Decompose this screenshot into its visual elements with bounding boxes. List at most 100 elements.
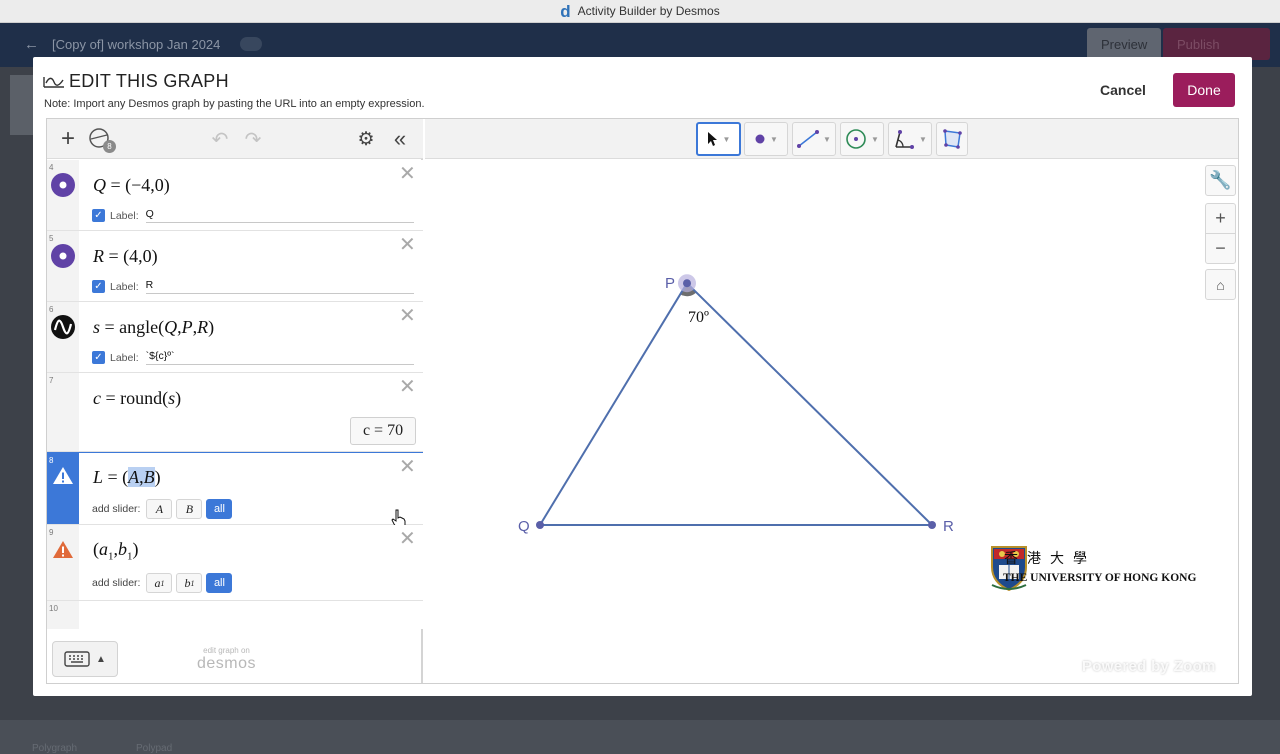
undo-icon[interactable]: ↶ (207, 127, 233, 151)
slider-a1-button[interactable]: a1 (146, 573, 173, 593)
caret-down-icon: ▼ (871, 134, 879, 144)
graph-canvas[interactable]: P Q R 70º (425, 159, 1185, 684)
expression-number: 4 (49, 163, 54, 172)
expression-row-selected[interactable]: 8 L = (A,B) ✕ add slider: A B all (47, 452, 423, 529)
wave-color-icon[interactable] (51, 315, 75, 339)
expression-row[interactable]: 7 c = round(s) ✕ c = 70 (47, 373, 423, 452)
expression-header: + 8 ↶ ↷ ⚙ « (47, 119, 423, 159)
delete-icon[interactable]: ✕ (399, 457, 416, 477)
warning-icon[interactable] (51, 538, 75, 562)
segment-qp (539, 282, 688, 526)
zoom-out-button[interactable]: − (1205, 233, 1236, 264)
angle-tool[interactable]: ▼ (888, 122, 932, 156)
expression-number: 9 (49, 528, 54, 537)
add-slider-row: add slider: a1 b1 all (92, 573, 233, 593)
preview-button: Preview (1087, 28, 1162, 60)
label-input[interactable]: `${c}º` (145, 350, 414, 365)
zoom-in-button[interactable]: + (1205, 203, 1236, 234)
label-prefix: Label: (110, 209, 139, 222)
point-r (928, 521, 936, 529)
slider-b1-button[interactable]: b1 (176, 573, 203, 593)
expression-list: 4 Q = (−4,0) ✕ ✓ Label: Q 5 R = (4,0) ✕ … (47, 160, 423, 629)
caret-up-icon: ▲ (96, 653, 106, 665)
edit-on-desmos-link[interactable]: edit graph on desmos (197, 646, 256, 673)
minus-icon: − (1215, 238, 1226, 258)
segment-pr (686, 282, 933, 526)
geometry-toolbar: ▼ ▼ ▼ ▼ ▼ (425, 119, 1238, 159)
delete-icon[interactable]: ✕ (399, 164, 416, 184)
publish-button: Publish (1163, 28, 1270, 60)
point-color-icon[interactable] (51, 173, 75, 197)
warning-icon[interactable] (51, 464, 75, 488)
expression-math[interactable]: Q = (−4,0) (93, 175, 170, 196)
label-input[interactable]: Q (145, 208, 414, 223)
delete-icon[interactable]: ✕ (399, 306, 416, 326)
keyboard-icon (64, 651, 90, 667)
caret-down-icon: ▼ (823, 134, 831, 144)
modal-title: EDIT THIS GRAPH (43, 71, 229, 92)
expression-number: 10 (49, 604, 58, 613)
expression-row[interactable]: 6 s = angle(Q,P,R) ✕ ✓ Label: `${c}º` (47, 302, 423, 373)
point-label-q: Q (518, 518, 530, 535)
caret-down-icon: ▼ (722, 134, 731, 144)
hku-english-name: THE UNIVERSITY OF HONG KONG (1003, 572, 1197, 584)
wrench-button[interactable]: 🔧 (1205, 165, 1236, 196)
redo-icon[interactable]: ↷ (240, 127, 266, 151)
slider-a-button[interactable]: A (146, 499, 173, 519)
activity-title: [Copy of] workshop Jan 2024 (52, 37, 221, 52)
modal-note: Note: Import any Desmos graph by pasting… (44, 98, 425, 110)
collapse-panel-icon[interactable]: « (387, 126, 413, 151)
zoom-watermark: Powered by Zoom (1082, 658, 1216, 675)
hku-branding: 香港大學 THE UNIVERSITY OF HONG KONG (956, 544, 1216, 592)
empty-expression-row[interactable]: 10 (47, 601, 423, 629)
label-checkbox[interactable]: ✓ (92, 351, 105, 364)
point-color-icon[interactable] (51, 244, 75, 268)
add-item-icon[interactable]: + (55, 125, 81, 152)
delete-icon[interactable]: ✕ (399, 377, 416, 397)
add-slider-label: add slider: (92, 577, 141, 589)
segment-tool[interactable]: ▼ (792, 122, 836, 156)
point-tool[interactable]: ▼ (744, 122, 788, 156)
polygraph-label: Polygraph (32, 743, 78, 754)
select-tool[interactable]: ▼ (696, 122, 741, 156)
graph-area[interactable]: ▼ ▼ ▼ ▼ ▼ 🔧 + − ⌂ P Q R 70º (425, 119, 1238, 684)
edit-graph-modal: EDIT THIS GRAPH Note: Import any Desmos … (33, 57, 1252, 696)
expression-math[interactable]: (a1,b1) (93, 539, 139, 563)
expression-math[interactable]: L = (A,B) (93, 467, 161, 488)
back-arrow-icon: ← (24, 36, 39, 53)
cancel-button[interactable]: Cancel (1086, 73, 1160, 107)
desmos-logo-icon: d (560, 1, 571, 21)
expression-math[interactable]: s = angle(Q,P,R) (93, 317, 214, 338)
point-icon (755, 134, 765, 144)
hku-chinese-name: 香港大學 (1004, 551, 1096, 567)
label-checkbox[interactable]: ✓ (92, 209, 105, 222)
expression-panel: + 8 ↶ ↷ ⚙ « 4 Q = (−4,0) ✕ ✓ Label: Q 5 … (47, 119, 423, 683)
image-folder-button[interactable]: 8 (88, 127, 116, 153)
slider-all-button[interactable]: all (206, 499, 233, 519)
expression-row[interactable]: 4 Q = (−4,0) ✕ ✓ Label: Q (47, 160, 423, 231)
label-input[interactable]: R (145, 279, 414, 294)
add-slider-row: add slider: A B all (92, 499, 233, 519)
expression-row[interactable]: 9 (a1,b1) ✕ add slider: a1 b1 all (47, 525, 423, 601)
delete-icon[interactable]: ✕ (399, 235, 416, 255)
caret-down-icon: ▼ (770, 134, 778, 144)
modal-title-text: EDIT THIS GRAPH (69, 71, 229, 91)
slider-all-button[interactable]: all (206, 573, 233, 593)
title-edit-pill (240, 37, 262, 51)
expression-number: 5 (49, 234, 54, 243)
expression-math[interactable]: R = (4,0) (93, 246, 158, 267)
slider-b-button[interactable]: B (176, 499, 203, 519)
expression-math[interactable]: c = round(s) (93, 388, 181, 409)
polygon-tool[interactable] (936, 122, 968, 156)
home-button[interactable]: ⌂ (1205, 269, 1236, 300)
expression-row[interactable]: 5 R = (4,0) ✕ ✓ Label: R (47, 231, 423, 302)
done-button[interactable]: Done (1173, 73, 1235, 107)
desmos-calculator: + 8 ↶ ↷ ⚙ « 4 Q = (−4,0) ✕ ✓ Label: Q 5 … (46, 118, 1239, 684)
label-checkbox[interactable]: ✓ (92, 280, 105, 293)
keyboard-toggle-button[interactable]: ▲ (52, 641, 118, 677)
delete-icon[interactable]: ✕ (399, 529, 416, 549)
gear-icon[interactable]: ⚙ (354, 127, 378, 151)
circle-tool[interactable]: ▼ (840, 122, 884, 156)
add-slider-label: add slider: (92, 503, 141, 515)
point-label-r: R (943, 518, 954, 535)
